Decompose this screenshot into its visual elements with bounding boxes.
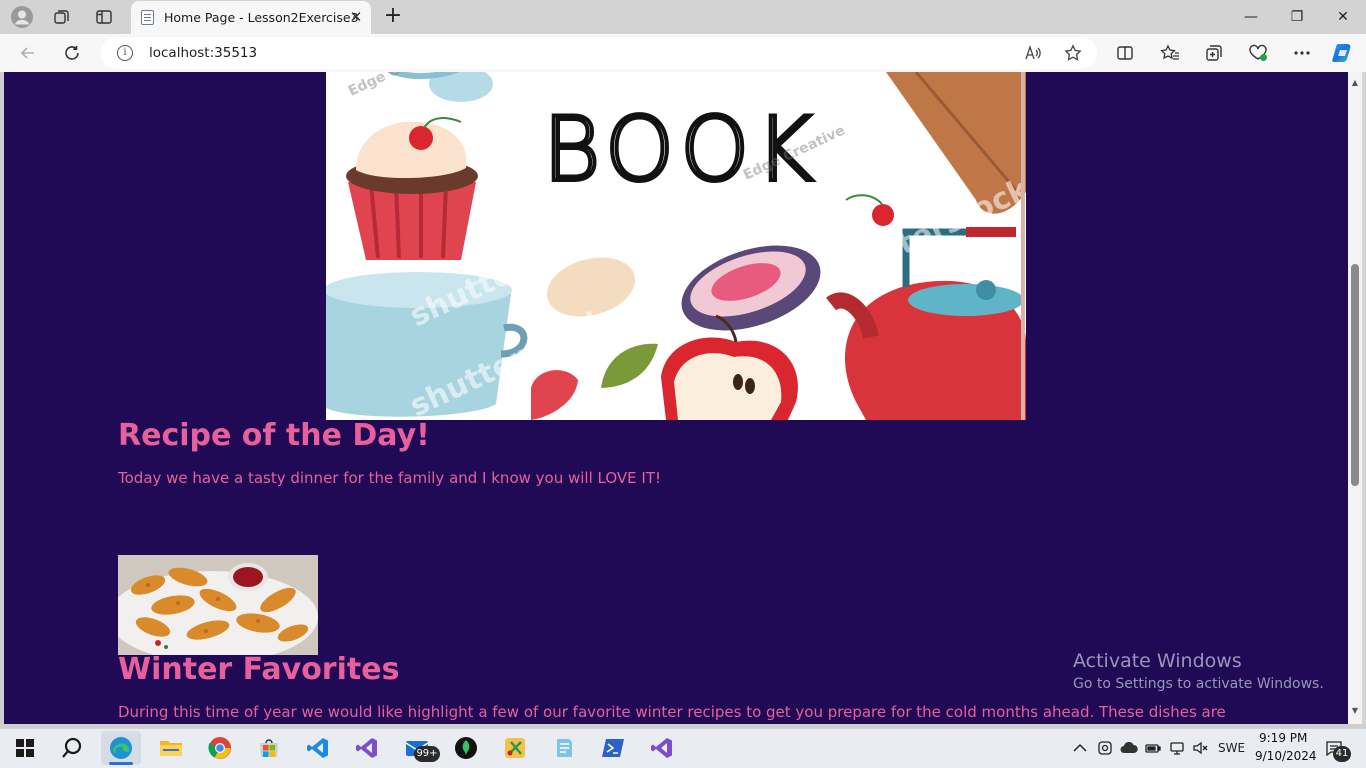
winter-favorites-heading: Winter Favorites bbox=[118, 652, 400, 687]
snipping-tool-icon[interactable] bbox=[495, 731, 535, 765]
minimize-button[interactable]: — bbox=[1228, 0, 1274, 34]
browser-toolbar: i localhost:35513 bbox=[0, 34, 1366, 72]
close-tab-icon[interactable]: ✕ bbox=[347, 8, 365, 26]
mail-unread-badge: 99+ bbox=[414, 746, 440, 762]
vscode-icon[interactable] bbox=[298, 731, 338, 765]
site-info-icon[interactable]: i bbox=[117, 45, 133, 61]
search-icon[interactable] bbox=[52, 731, 92, 765]
close-window-button[interactable]: ✕ bbox=[1320, 0, 1366, 34]
chrome-icon[interactable] bbox=[200, 731, 240, 765]
collections-icon[interactable] bbox=[1201, 41, 1227, 65]
browser-essentials-icon[interactable] bbox=[1245, 41, 1271, 65]
tab-strip: Home Page - Lesson2Exercise3 ✕ + — ❐ ✕ bbox=[0, 0, 1366, 34]
hero-heading: BOOK bbox=[543, 98, 819, 201]
network-icon[interactable] bbox=[1169, 738, 1185, 758]
scroll-down-icon[interactable]: ▼ bbox=[1348, 704, 1362, 718]
page-favicon-icon bbox=[141, 10, 154, 25]
clock-date[interactable]: 9/10/2024 bbox=[1255, 749, 1317, 763]
active-tab[interactable]: Home Page - Lesson2Exercise3 ✕ bbox=[131, 1, 371, 34]
winter-favorites-text: During this time of year we would like h… bbox=[118, 703, 1226, 721]
onedrive-icon[interactable] bbox=[1120, 738, 1138, 758]
vertical-tabs-icon[interactable] bbox=[91, 5, 117, 29]
visual-studio-2-icon[interactable] bbox=[642, 731, 682, 765]
meet-now-icon[interactable] bbox=[1097, 738, 1113, 758]
recipe-of-the-day-text: Today we have a tasty dinner for the fam… bbox=[118, 469, 661, 487]
microsoft-store-icon[interactable] bbox=[249, 731, 289, 765]
show-hidden-icons-icon[interactable] bbox=[1073, 738, 1087, 758]
copilot-icon[interactable] bbox=[1330, 41, 1356, 65]
notepad-icon[interactable] bbox=[544, 731, 584, 765]
settings-more-icon[interactable] bbox=[1289, 41, 1315, 65]
page-scrollbar[interactable]: ▲ ▼ bbox=[1348, 72, 1362, 724]
notification-count-badge: 41 bbox=[1333, 746, 1351, 762]
url-text[interactable]: localhost:35513 bbox=[149, 45, 257, 61]
clock-time[interactable]: 9:19 PM bbox=[1259, 731, 1307, 745]
powershell-icon[interactable] bbox=[593, 731, 633, 765]
chicken-tenders-image bbox=[118, 555, 318, 655]
activate-windows-title: Activate Windows bbox=[1073, 650, 1242, 672]
input-language[interactable]: SWE bbox=[1218, 738, 1245, 758]
window-edge bbox=[1362, 72, 1366, 724]
volume-muted-icon[interactable] bbox=[1192, 738, 1208, 758]
back-icon[interactable] bbox=[15, 41, 41, 65]
hero-cookbook-image: BOOK shutterstock shutterstock shutterst… bbox=[326, 72, 1026, 420]
file-explorer-icon[interactable] bbox=[151, 731, 191, 765]
page-viewport: BOOK shutterstock shutterstock shutterst… bbox=[4, 72, 1348, 724]
favorite-star-icon[interactable] bbox=[1061, 41, 1085, 65]
new-tab-button[interactable]: + bbox=[381, 5, 405, 29]
tab-title: Home Page - Lesson2Exercise3 bbox=[164, 10, 359, 25]
restore-button[interactable]: ❐ bbox=[1274, 0, 1320, 34]
recipe-of-the-day-heading: Recipe of the Day! bbox=[118, 418, 430, 453]
scrollbar-thumb[interactable] bbox=[1351, 264, 1359, 486]
address-bar[interactable]: i localhost:35513 bbox=[101, 37, 1097, 69]
scroll-up-icon[interactable]: ▲ bbox=[1348, 76, 1362, 90]
profile-icon[interactable] bbox=[9, 5, 35, 29]
favorites-icon[interactable] bbox=[1157, 41, 1183, 65]
edge-taskbar-icon[interactable] bbox=[101, 731, 141, 765]
read-aloud-icon[interactable] bbox=[1021, 41, 1045, 65]
activate-windows-subtitle: Go to Settings to activate Windows. bbox=[1073, 676, 1324, 692]
workspaces-icon[interactable] bbox=[49, 5, 75, 29]
mongodb-compass-icon[interactable] bbox=[446, 731, 486, 765]
visual-studio-icon[interactable] bbox=[347, 731, 387, 765]
start-menu-icon[interactable] bbox=[5, 731, 45, 765]
battery-icon[interactable] bbox=[1145, 738, 1161, 758]
split-screen-icon[interactable] bbox=[1112, 41, 1138, 65]
refresh-icon[interactable] bbox=[59, 41, 85, 65]
